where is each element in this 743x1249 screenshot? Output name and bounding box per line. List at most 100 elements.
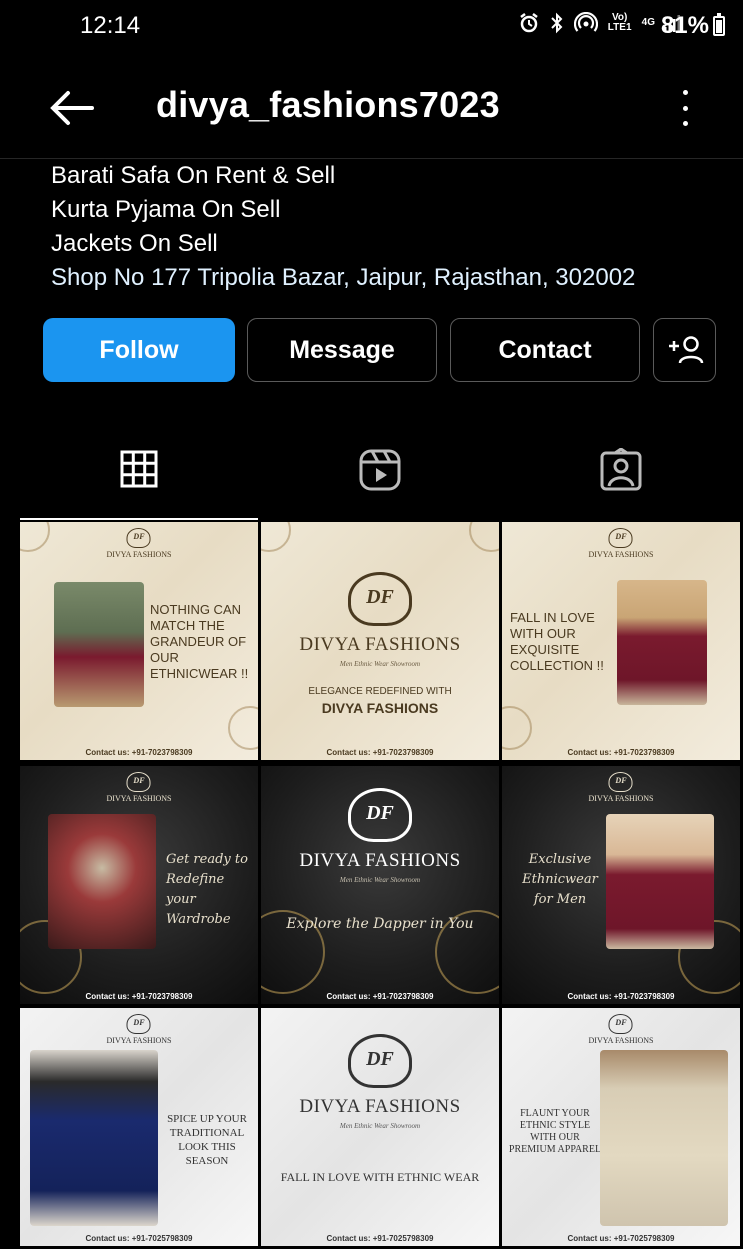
tab-posts[interactable] <box>20 420 258 520</box>
post-contact: Contact us: +91-7023798309 <box>85 992 193 1001</box>
post-caption: Explore the Dapper in You <box>286 916 474 932</box>
reels-icon <box>359 449 401 491</box>
post-caption: Get ready to Redefine your Wardrobe <box>166 852 248 927</box>
post-caption: SPICE UP YOUR TRADITIONAL LOOK THIS SEAS… <box>167 1113 247 1167</box>
dot <box>682 105 688 111</box>
bio-line: Jackets On Sell <box>51 230 218 257</box>
post-caption: NOTHING CAN MATCH THE GRANDEUR OF OUR ET… <box>150 602 249 681</box>
logo-mark: DF <box>348 572 412 626</box>
bluetooth-icon <box>550 12 563 34</box>
tagged-person-icon <box>600 448 642 491</box>
bio-line: Kurta Pyjama On Sell <box>51 196 281 223</box>
grid-icon <box>120 450 158 488</box>
brand-logo: DF DIVYA FASHIONS <box>106 772 172 803</box>
post-caption: FALL IN LOVE WITH OUR EXQUISITE COLLECTI… <box>510 610 604 673</box>
post-caption: Exclusive Ethnicwear for Men <box>522 852 598 907</box>
post-tile[interactable]: DF DIVYA FASHIONS SPICE UP YOUR TRADITIO… <box>20 1008 258 1246</box>
ornament <box>228 706 258 750</box>
brand-name: DIVYA FASHIONS <box>106 550 172 559</box>
hotspot-icon <box>573 12 598 32</box>
bio-address-link[interactable]: Shop No 177 Tripolia Bazar, Jaipur, Raja… <box>51 261 635 295</box>
post-contact: Contact us: +91-7025798309 <box>567 1234 675 1243</box>
logo-mark: DF <box>348 788 412 842</box>
suggested-accounts-button[interactable] <box>653 318 716 382</box>
battery-percent: 81% <box>660 12 709 39</box>
brand-name: DIVYA FASHIONS <box>588 794 654 803</box>
status-time: 12:14 <box>80 12 141 39</box>
post-tile[interactable]: DF DIVYA FASHIONS Exclusive Ethnicwear f… <box>502 766 740 1004</box>
profile-bio: Barati Safa On Rent & Sell Kurta Pyjama … <box>51 159 635 295</box>
brand-logo: DF DIVYA FASHIONS <box>588 528 654 559</box>
post-tile[interactable]: DF DIVYA FASHIONS FLAUNT YOUR ETHNIC STY… <box>502 1008 740 1246</box>
post-tile[interactable]: DF DIVYA FASHIONS NOTHING CAN MATCH THE … <box>20 522 258 760</box>
post-contact: Contact us: +91-7025798309 <box>85 1234 193 1243</box>
model-photo <box>606 814 714 949</box>
message-button[interactable]: Message <box>247 318 437 382</box>
4g-label: 4G <box>641 17 655 28</box>
brand-logo: DF DIVYA FASHIONS <box>588 1014 654 1045</box>
battery-icon <box>713 13 725 36</box>
brand-tagline: Men Ethnic Wear Showroom <box>339 1122 421 1130</box>
profile-username: divya_fashions7023 <box>156 84 500 125</box>
brand-logo: DF DIVYA FASHIONS <box>588 772 654 803</box>
arrow-left-icon <box>50 91 94 125</box>
status-bar: 12:14 Vo) LTE1 4G 81% <box>0 0 743 52</box>
add-person-icon <box>668 336 703 364</box>
post-tile[interactable]: DF DIVYA FASHIONS FALL IN LOVE WITH OUR … <box>502 522 740 760</box>
brand-tagline: Men Ethnic Wear Showroom <box>339 660 421 668</box>
ornament <box>261 522 291 552</box>
post-tile[interactable]: DF DIVYA FASHIONS Men Ethnic Wear Showro… <box>261 522 499 760</box>
brand-name: DIVYA FASHIONS <box>588 550 654 559</box>
post-caption: ELEGANCE REDEFINED WITH <box>308 686 452 697</box>
status-icons: Vo) LTE1 4G <box>518 12 681 34</box>
model-photo <box>600 1050 728 1226</box>
profile-tabs <box>0 420 743 520</box>
brand-logo: DF DIVYA FASHIONS Men Ethnic Wear Showro… <box>270 788 490 884</box>
logo-mark: DF <box>126 1014 151 1034</box>
post-contact: Contact us: +91-7023798309 <box>326 748 434 757</box>
logo-mark: DF <box>608 1014 633 1034</box>
post-contact: Contact us: +91-7023798309 <box>567 748 675 757</box>
post-caption: FALL IN LOVE WITH ETHNIC WEAR <box>280 1170 480 1184</box>
brand-name: DIVYA FASHIONS <box>299 634 461 655</box>
posts-grid: DF DIVYA FASHIONS NOTHING CAN MATCH THE … <box>20 522 743 1249</box>
follow-button[interactable]: Follow <box>43 318 235 382</box>
post-contact: Contact us: +91-7023798309 <box>567 992 675 1001</box>
brand-name: DIVYA FASHIONS <box>299 1096 461 1117</box>
post-contact: Contact us: +91-7023798309 <box>326 992 434 1001</box>
post-contact: Contact us: +91-7023798309 <box>85 748 193 757</box>
back-button[interactable] <box>48 86 96 130</box>
brand-name: DIVYA FASHIONS <box>106 1036 172 1045</box>
bio-line: Barati Safa On Rent & Sell <box>51 162 336 189</box>
logo-mark: DF <box>126 528 151 548</box>
profile-header: divya_fashions7023 <box>0 60 743 159</box>
brand-logo: DF DIVYA FASHIONS Men Ethnic Wear Showro… <box>270 572 490 668</box>
post-tile[interactable]: DF DIVYA FASHIONS Men Ethnic Wear Showro… <box>261 1008 499 1246</box>
brand-name: DIVYA FASHIONS <box>106 794 172 803</box>
post-contact: Contact us: +91-7025798309 <box>326 1234 434 1243</box>
model-photo <box>30 1050 158 1226</box>
logo-mark: DF <box>348 1034 412 1088</box>
dot <box>682 121 688 126</box>
model-photo <box>54 582 144 707</box>
logo-mark: DF <box>608 772 633 792</box>
brand-logo: DF DIVYA FASHIONS Men Ethnic Wear Showro… <box>270 1034 490 1130</box>
contact-button[interactable]: Contact <box>450 318 640 382</box>
tab-tagged[interactable] <box>502 420 740 520</box>
post-tile[interactable]: DF DIVYA FASHIONS Men Ethnic Wear Showro… <box>261 766 499 1004</box>
brand-logo: DF DIVYA FASHIONS <box>106 528 172 559</box>
post-caption: FLAUNT YOUR ETHNIC STYLE WITH OUR PREMIU… <box>508 1108 602 1155</box>
post-tile[interactable]: DF DIVYA FASHIONS Get ready to Redefine … <box>20 766 258 1004</box>
logo-mark: DF <box>126 772 151 792</box>
brand-tagline: Men Ethnic Wear Showroom <box>339 876 421 884</box>
ornament <box>20 522 50 552</box>
more-options-button[interactable] <box>675 88 695 128</box>
ornament <box>469 522 499 552</box>
alarm-icon <box>519 13 538 33</box>
brand-name: DIVYA FASHIONS <box>588 1036 654 1045</box>
brand-logo: DF DIVYA FASHIONS <box>106 1014 172 1045</box>
brand-name: DIVYA FASHIONS <box>299 850 461 871</box>
post-caption-bold: DIVYA FASHIONS <box>321 700 439 716</box>
model-photo <box>48 814 156 949</box>
tab-reels[interactable] <box>261 420 499 520</box>
